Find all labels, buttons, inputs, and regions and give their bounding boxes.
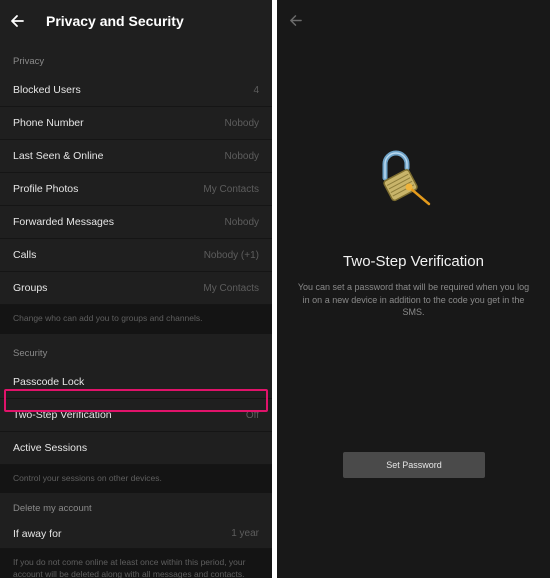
row-if-away-for[interactable]: If away for 1 year: [0, 519, 272, 549]
row-passcode-lock[interactable]: Passcode Lock: [0, 366, 272, 399]
row-calls[interactable]: Calls Nobody (+1): [0, 239, 272, 272]
privacy-security-screen: Privacy and Security Privacy Blocked Use…: [0, 0, 272, 578]
row-value: Off: [245, 409, 259, 421]
verification-description: You can set a password that will be requ…: [297, 282, 530, 317]
section-header-privacy: Privacy: [0, 42, 272, 74]
top-app-bar: Privacy and Security: [0, 0, 272, 42]
row-label: Phone Number: [13, 117, 84, 129]
row-label: Active Sessions: [13, 442, 88, 454]
back-arrow-icon[interactable]: [0, 14, 44, 28]
row-value: Nobody: [224, 150, 259, 162]
section-header-security: Security: [0, 334, 272, 366]
row-value: 4: [253, 84, 259, 96]
row-label: Passcode Lock: [13, 376, 85, 388]
privacy-hint: Change who can add you to groups and cha…: [0, 305, 272, 334]
row-active-sessions[interactable]: Active Sessions: [0, 432, 272, 465]
set-password-button[interactable]: Set Password: [343, 452, 485, 478]
open-padlock-icon: [377, 148, 437, 213]
back-arrow-icon[interactable]: [289, 14, 302, 32]
two-step-verification-screen: Two-Step Verification You can set a pass…: [277, 0, 550, 578]
row-value: Nobody (+1): [203, 249, 259, 261]
delete-account-hint: If you do not come online at least once …: [0, 549, 272, 578]
row-forwarded-messages[interactable]: Forwarded Messages Nobody: [0, 206, 272, 239]
row-label: Blocked Users: [13, 84, 81, 96]
row-value: My Contacts: [203, 282, 259, 294]
row-phone-number[interactable]: Phone Number Nobody: [0, 107, 272, 140]
row-value: Nobody: [224, 216, 259, 228]
row-label: Profile Photos: [13, 183, 79, 195]
row-value: My Contacts: [203, 183, 259, 195]
row-two-step-verification[interactable]: Two-Step Verification Off: [0, 399, 272, 432]
row-profile-photos[interactable]: Profile Photos My Contacts: [0, 173, 272, 206]
row-label: Groups: [13, 282, 48, 294]
section-header-delete-account: Delete my account: [0, 493, 272, 519]
row-value: Nobody: [224, 117, 259, 129]
row-label: Two-Step Verification: [13, 409, 112, 421]
row-label: If away for: [13, 527, 62, 540]
row-value: 1 year: [231, 528, 259, 539]
row-label: Last Seen & Online: [13, 150, 104, 162]
row-groups[interactable]: Groups My Contacts: [0, 272, 272, 305]
security-hint: Control your sessions on other devices.: [0, 465, 272, 493]
row-label: Forwarded Messages: [13, 216, 114, 228]
row-last-seen[interactable]: Last Seen & Online Nobody: [0, 140, 272, 173]
row-label: Calls: [13, 249, 37, 261]
page-title: Privacy and Security: [46, 13, 184, 29]
row-blocked-users[interactable]: Blocked Users 4: [0, 74, 272, 107]
verification-title: Two-Step Verification: [343, 253, 484, 270]
